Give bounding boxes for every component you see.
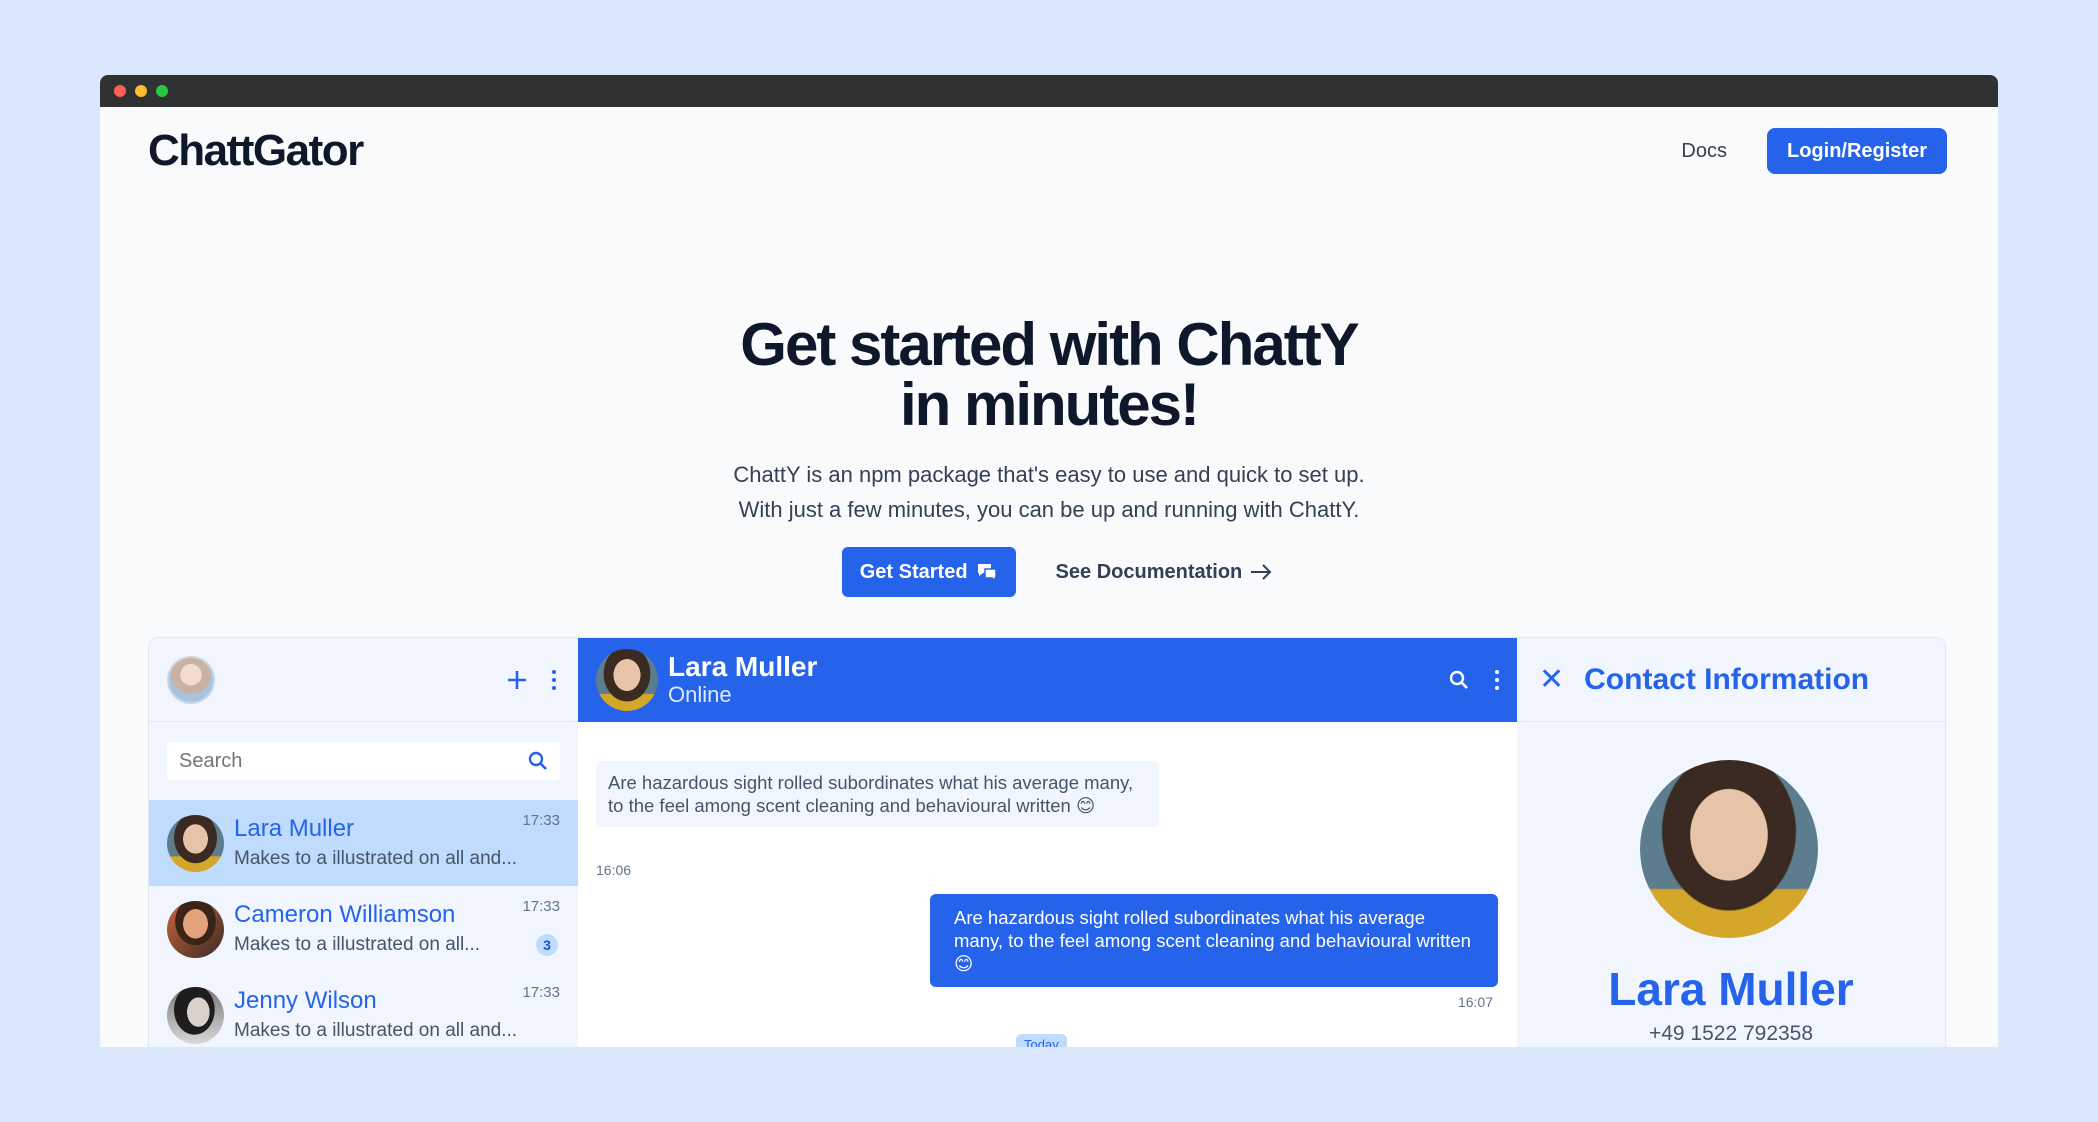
site-logo[interactable]: ChattGator [148, 126, 364, 176]
close-icon[interactable]: ✕ [1539, 664, 1564, 695]
hero-desc-line2: With just a few minutes, you can be up a… [738, 497, 1360, 522]
conversation-body: Jenny Wilson Makes to a illustrated on a… [234, 986, 560, 1044]
search-icon[interactable] [1449, 670, 1469, 690]
conversation-time: 17:33 [522, 812, 560, 829]
search-box [167, 742, 560, 780]
contact-photo [1640, 760, 1818, 938]
conversation-item[interactable]: Lara Muller Makes to a illustrated on al… [149, 800, 578, 886]
more-vertical-icon[interactable] [552, 669, 556, 690]
contact-name: Lara Muller [234, 815, 355, 842]
outgoing-message-time: 16:07 [1457, 994, 1493, 1010]
chat-contact-info: Lara Muller Online [668, 652, 817, 708]
sidebar-header [149, 638, 578, 722]
conversation-item[interactable]: Cameron Williamson Makes to a illustrate… [149, 886, 578, 972]
plus-icon[interactable] [506, 669, 528, 691]
contact-info-panel: ✕ Contact Information Lara Muller +49 15… [1517, 638, 1945, 1047]
incoming-message: Are hazardous sight rolled subordinates … [596, 761, 1159, 827]
docs-link[interactable]: Docs [1681, 140, 1727, 163]
contact-info-header: ✕ Contact Information [1517, 638, 1945, 722]
incoming-message-time: 16:06 [596, 862, 632, 878]
message-preview: Makes to a illustrated on all and... [234, 848, 518, 869]
message-preview: Makes to a illustrated on all... [234, 934, 481, 955]
hero-title-line2: in minutes! [899, 371, 1200, 438]
chat-contact-name: Lara Muller [668, 651, 818, 682]
conversation-body: Lara Muller Makes to a illustrated on al… [234, 814, 560, 872]
sidebar-actions [506, 669, 556, 691]
see-documentation-label: See Documentation [1055, 560, 1243, 583]
user-avatar[interactable] [167, 655, 215, 704]
search-icon[interactable] [528, 751, 548, 771]
top-nav: ChattGator Docs Login/Register [100, 107, 1998, 195]
contact-avatar [167, 814, 224, 872]
conversation-body: Cameron Williamson Makes to a illustrate… [234, 900, 560, 958]
hero-section: Get started with ChattY in minutes! Chat… [100, 315, 1998, 597]
chat-panel: Lara Muller Online Are hazardous sight r… [578, 638, 1517, 1047]
contact-name: Jenny Wilson [234, 987, 377, 1014]
contact-name: Cameron Williamson [234, 901, 456, 928]
hero-actions: Get Started See Documentation [100, 547, 1998, 597]
chat-header: Lara Muller Online [578, 638, 1517, 722]
message-preview: Makes to a illustrated on all and... [234, 1020, 518, 1041]
browser-window: ChattGator Docs Login/Register Get start… [100, 75, 1998, 1047]
conversation-sidebar: Lara Muller Makes to a illustrated on al… [149, 638, 578, 1047]
get-started-button[interactable]: Get Started [841, 547, 1016, 597]
chat-header-actions [1449, 670, 1499, 690]
chat-contact-avatar[interactable] [596, 649, 658, 711]
close-window-dot[interactable] [114, 85, 126, 97]
get-started-label: Get Started [859, 560, 968, 583]
conversation-time: 17:33 [522, 984, 560, 1001]
contact-info-name: Lara Muller [1608, 963, 1854, 1015]
contact-info-title: Contact Information [1584, 662, 1870, 696]
unread-badge: 3 [536, 934, 558, 956]
arrow-right-icon [1251, 564, 1272, 580]
window-titlebar [100, 75, 1998, 107]
outgoing-message: Are hazardous sight rolled subordinates … [930, 894, 1498, 987]
nav-actions: Docs Login/Register [1681, 128, 1947, 174]
hero-desc-line1: ChattY is an npm package that's easy to … [733, 462, 1365, 487]
hero-title: Get started with ChattY in minutes! [100, 315, 1998, 435]
chat-contact-status: Online [668, 682, 732, 707]
search-input[interactable] [179, 749, 479, 773]
conversation-time: 17:33 [522, 898, 560, 915]
login-register-button[interactable]: Login/Register [1766, 128, 1947, 174]
minimize-window-dot[interactable] [135, 85, 147, 97]
chat-app-preview: Lara Muller Makes to a illustrated on al… [148, 637, 1946, 1047]
date-divider: Today [1016, 1034, 1067, 1047]
hero-title-line1: Get started with ChattY [740, 311, 1359, 378]
contact-avatar [167, 900, 224, 958]
hero-description: ChattY is an npm package that's easy to … [100, 457, 1998, 527]
more-vertical-icon[interactable] [1495, 670, 1499, 690]
conversation-item[interactable]: Jenny Wilson Makes to a illustrated on a… [149, 972, 578, 1047]
maximize-window-dot[interactable] [156, 85, 168, 97]
chat-bubbles-icon [977, 564, 997, 582]
contact-avatar [167, 986, 224, 1044]
see-documentation-link[interactable]: See Documentation [1056, 561, 1273, 584]
contact-phone: +49 1522 792358 [1648, 1022, 1814, 1045]
